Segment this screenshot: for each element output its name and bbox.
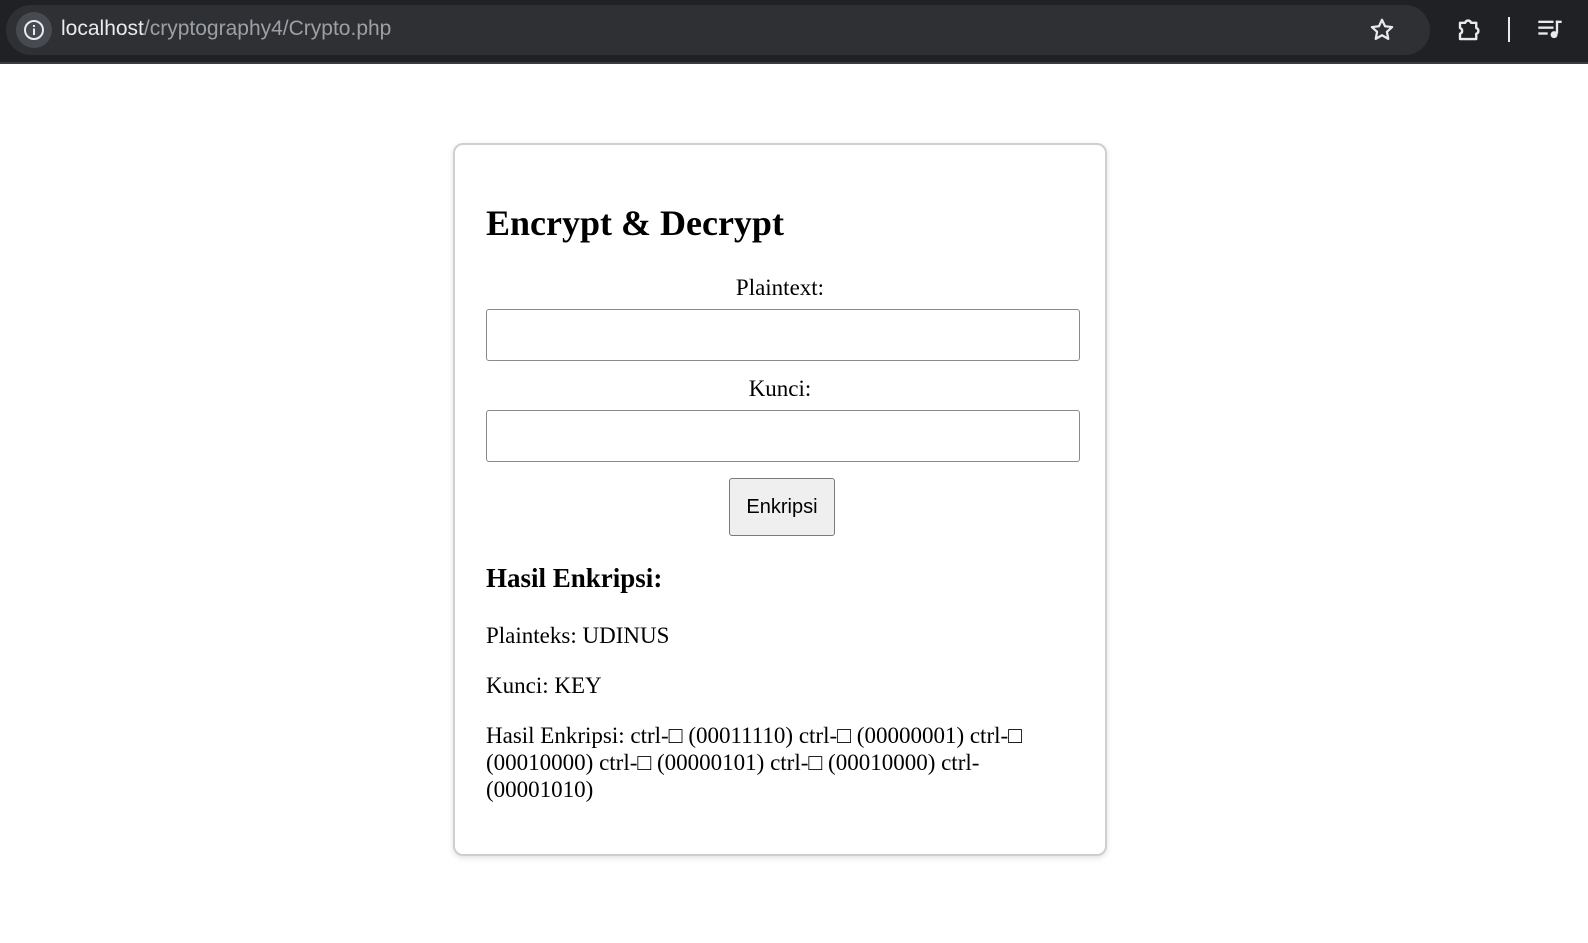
puzzle-piece-icon bbox=[1458, 19, 1480, 41]
playlist-icon bbox=[1538, 20, 1562, 39]
reading-list-button[interactable] bbox=[1536, 16, 1564, 44]
extensions-button[interactable] bbox=[1455, 14, 1485, 44]
plaintext-input[interactable] bbox=[486, 309, 1080, 361]
key-input[interactable] bbox=[486, 410, 1080, 462]
plaintext-label: Plaintext: bbox=[735, 275, 825, 300]
result-key: Kunci: KEY bbox=[486, 673, 602, 698]
url-text[interactable]: localhost/cryptography4/Crypto.php bbox=[61, 17, 391, 41]
browser-toolbar: localhost/cryptography4/Crypto.php bbox=[0, 0, 1588, 64]
encrypt-button[interactable]: Enkripsi bbox=[729, 478, 835, 536]
address-bar[interactable]: localhost/cryptography4/Crypto.php bbox=[6, 5, 1430, 55]
url-host: localhost bbox=[61, 17, 144, 40]
result-heading: Hasil Enkripsi: bbox=[486, 563, 663, 593]
crypto-card: Encrypt & Decrypt Plaintext: Kunci: Enkr… bbox=[453, 143, 1107, 856]
site-info-button[interactable] bbox=[16, 12, 52, 48]
page-title: Encrypt & Decrypt bbox=[486, 203, 784, 243]
url-path: /cryptography4/Crypto.php bbox=[143, 17, 392, 40]
result-ciphertext: Hasil Enkripsi: ctrl-□ (00011110) ctrl-□… bbox=[486, 723, 1023, 802]
star-icon bbox=[1370, 18, 1394, 40]
bookmark-button[interactable] bbox=[1368, 16, 1396, 44]
key-label: Kunci: bbox=[748, 376, 812, 401]
toolbar-divider bbox=[1508, 17, 1510, 42]
result-plaintext: Plainteks: UDINUS bbox=[486, 623, 670, 648]
info-circle-icon bbox=[24, 20, 44, 40]
